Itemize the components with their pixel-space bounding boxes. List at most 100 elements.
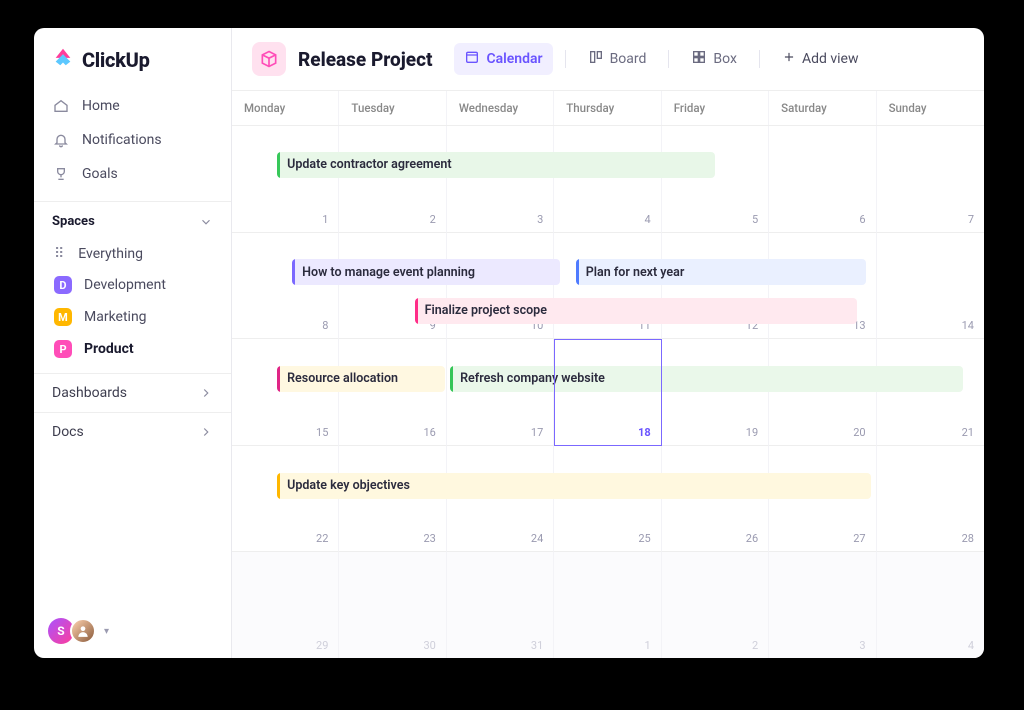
- calendar-cell[interactable]: 7: [877, 126, 984, 233]
- view-box[interactable]: Box: [681, 43, 747, 75]
- view-board[interactable]: Board: [578, 43, 657, 75]
- spaces-header[interactable]: Spaces: [34, 201, 231, 239]
- view-box-label: Box: [713, 51, 737, 67]
- view-calendar[interactable]: Calendar: [454, 43, 552, 75]
- dashboards-label: Dashboards: [52, 385, 127, 401]
- calendar-cell[interactable]: 30: [339, 552, 446, 658]
- nav-goals-label: Goals: [82, 166, 118, 182]
- docs-label: Docs: [52, 424, 84, 440]
- project-title: Release Project: [298, 48, 432, 71]
- calendar-cell[interactable]: 24: [447, 446, 554, 553]
- calendar-grid: 1234567891011121314151617181920212223242…: [232, 126, 984, 658]
- day-header: Friday: [662, 91, 769, 125]
- calendar-event[interactable]: Update key objectives: [277, 473, 871, 499]
- nav-goals[interactable]: Goals: [40, 157, 225, 191]
- calendar-cell[interactable]: 2: [339, 126, 446, 233]
- sidebar-item-marketing[interactable]: MMarketing: [38, 301, 227, 333]
- bell-icon: [52, 131, 70, 149]
- calendar-cell[interactable]: 31: [447, 552, 554, 658]
- date-number: 18: [638, 426, 651, 439]
- calendar-cell[interactable]: 4: [877, 552, 984, 658]
- date-number: 4: [645, 213, 651, 226]
- calendar-cell[interactable]: 18: [554, 339, 661, 446]
- sidebar-item-development[interactable]: DDevelopment: [38, 269, 227, 301]
- divider: [565, 50, 566, 68]
- calendar-header: MondayTuesdayWednesdayThursdayFridaySatu…: [232, 91, 984, 126]
- caret-down-icon: ▾: [104, 626, 109, 637]
- calendar-cell[interactable]: 3: [447, 126, 554, 233]
- calendar-event[interactable]: Finalize project scope: [415, 298, 858, 324]
- calendar-event[interactable]: Resource allocation: [277, 366, 445, 392]
- add-view-button[interactable]: Add view: [772, 44, 869, 74]
- calendar-cell[interactable]: 25: [554, 446, 661, 553]
- date-number: 1: [322, 213, 328, 226]
- calendar-cell[interactable]: 29: [232, 552, 339, 658]
- calendar-cell[interactable]: 14: [877, 233, 984, 340]
- divider: [759, 50, 760, 68]
- calendar-cell[interactable]: 8: [232, 233, 339, 340]
- chevron-right-icon: [199, 386, 213, 400]
- calendar-cell[interactable]: 28: [877, 446, 984, 553]
- day-header: Tuesday: [339, 91, 446, 125]
- event-title: Update contractor agreement: [287, 157, 451, 172]
- sidebar-item-dashboards[interactable]: Dashboards: [34, 373, 231, 412]
- calendar-event[interactable]: How to manage event planning: [292, 259, 559, 285]
- sidebar-item-docs[interactable]: Docs: [34, 412, 231, 451]
- nav-notifications-label: Notifications: [82, 132, 162, 148]
- app-name: ClickUp: [82, 48, 150, 72]
- date-number: 3: [537, 213, 543, 226]
- avatar-secondary: [70, 618, 96, 644]
- calendar-cell[interactable]: 19: [662, 339, 769, 446]
- date-number: 16: [423, 426, 435, 439]
- calendar-event[interactable]: Refresh company website: [450, 366, 962, 392]
- calendar: MondayTuesdayWednesdayThursdayFridaySatu…: [232, 91, 984, 658]
- date-number: 1: [645, 639, 651, 652]
- event-title: Finalize project scope: [425, 303, 547, 318]
- nav-notifications[interactable]: Notifications: [40, 123, 225, 157]
- calendar-event[interactable]: Update contractor agreement: [277, 152, 715, 178]
- calendar-event[interactable]: Plan for next year: [576, 259, 866, 285]
- event-title: Update key objectives: [287, 478, 410, 493]
- chevron-right-icon: [199, 425, 213, 439]
- space-letter-icon: M: [54, 308, 72, 326]
- calendar-cell[interactable]: 5: [662, 126, 769, 233]
- calendar-cell[interactable]: 26: [662, 446, 769, 553]
- calendar-cell[interactable]: 6: [769, 126, 876, 233]
- nav-home-label: Home: [82, 98, 120, 114]
- calendar-cell[interactable]: 22: [232, 446, 339, 553]
- clickup-logo-icon: [52, 46, 74, 73]
- calendar-cell[interactable]: 2: [662, 552, 769, 658]
- spaces-label: Spaces: [52, 214, 95, 229]
- chevron-down-icon: [199, 215, 213, 229]
- calendar-cell[interactable]: 15: [232, 339, 339, 446]
- space-letter-icon: D: [54, 276, 72, 294]
- date-number: 4: [968, 639, 974, 652]
- calendar-cell[interactable]: 21: [877, 339, 984, 446]
- app-frame: ClickUp Home Notifications Goals: [34, 28, 984, 658]
- event-title: Plan for next year: [586, 265, 685, 280]
- logo[interactable]: ClickUp: [34, 28, 231, 87]
- plus-icon: [782, 50, 796, 68]
- calendar-cell[interactable]: 27: [769, 446, 876, 553]
- calendar-cell[interactable]: 1: [554, 552, 661, 658]
- calendar-cell[interactable]: 1: [232, 126, 339, 233]
- nav-home[interactable]: Home: [40, 89, 225, 123]
- add-view-label: Add view: [802, 51, 859, 67]
- date-number: 14: [962, 319, 974, 332]
- sidebar-item-everything[interactable]: ⠿ Everything: [38, 239, 227, 269]
- calendar-cell[interactable]: 20: [769, 339, 876, 446]
- sidebar-item-product[interactable]: PProduct: [38, 333, 227, 365]
- event-title: How to manage event planning: [302, 265, 475, 280]
- calendar-cell[interactable]: 3: [769, 552, 876, 658]
- main: Release Project Calendar Board Box Add v…: [232, 28, 984, 658]
- date-number: 8: [322, 319, 328, 332]
- calendar-cell[interactable]: 16: [339, 339, 446, 446]
- sidebar: ClickUp Home Notifications Goals: [34, 28, 232, 658]
- date-number: 7: [968, 213, 974, 226]
- calendar-cell[interactable]: 23: [339, 446, 446, 553]
- calendar-cell[interactable]: 4: [554, 126, 661, 233]
- date-number: 5: [752, 213, 758, 226]
- calendar-cell[interactable]: 17: [447, 339, 554, 446]
- date-number: 2: [430, 213, 436, 226]
- account-switcher[interactable]: S ▾: [34, 604, 231, 658]
